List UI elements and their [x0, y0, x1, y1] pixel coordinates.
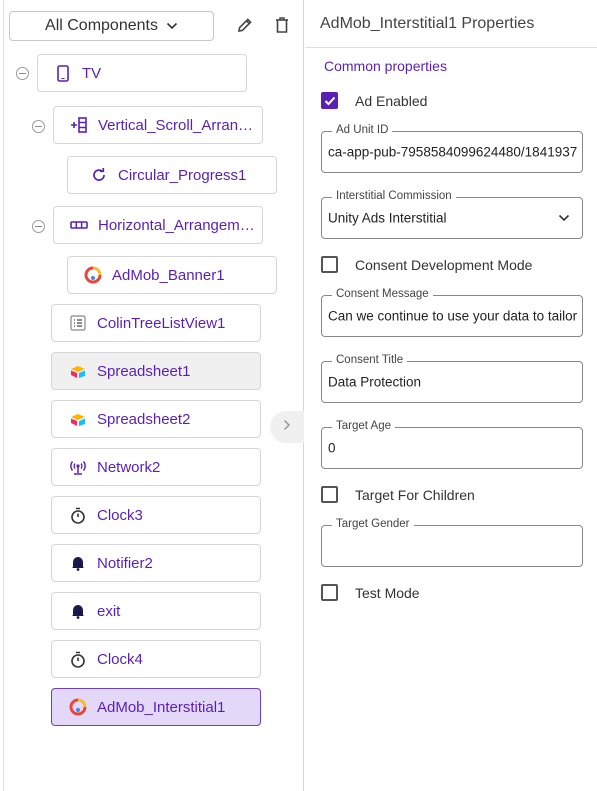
tree-node-spreadsheet2[interactable]: Spreadsheet2 — [51, 400, 261, 438]
target-age-input[interactable]: 0 — [328, 441, 578, 456]
tree-node-exit[interactable]: exit — [51, 592, 261, 630]
chevron-down-icon — [558, 214, 570, 222]
ad-enabled-row[interactable]: Ad Enabled — [321, 92, 427, 109]
target-gender-label: Target Gender — [332, 518, 414, 530]
test-mode-row[interactable]: Test Mode — [321, 584, 420, 601]
bell-icon — [69, 602, 87, 620]
ad-unit-id-field[interactable]: Ad Unit ID ca-app-pub-7958584099624480/1… — [321, 124, 583, 173]
target-for-children-row[interactable]: Target For Children — [321, 486, 475, 503]
consent-title-field[interactable]: Consent Title Data Protection — [321, 354, 583, 403]
collapse-toggle-vertical-scroll[interactable] — [32, 120, 45, 133]
tree-node-admob-banner[interactable]: AdMob_Banner1 — [67, 256, 277, 294]
spreadsheet-icon — [69, 410, 87, 428]
chevron-right-icon — [283, 418, 291, 436]
vertical-scroll-arrangement-icon — [70, 116, 88, 134]
trash-icon[interactable] — [271, 14, 293, 36]
spreadsheet-icon — [69, 362, 87, 380]
tree-node-label: AdMob_Banner1 — [112, 266, 225, 284]
tree-node-circular-progress[interactable]: Circular_Progress1 — [67, 156, 277, 194]
consent-dev-mode-label: Consent Development Mode — [355, 256, 533, 273]
tree-node-label: Clock4 — [97, 650, 143, 668]
interstitial-commission-value: Unity Ads Interstitial — [328, 210, 447, 226]
section-title[interactable]: Common properties — [324, 58, 447, 74]
tree-node-spreadsheet1[interactable]: Spreadsheet1 — [51, 352, 261, 390]
bell-icon — [69, 554, 87, 572]
tree-node-colin-tree-list-view[interactable]: ColinTreeListView1 — [51, 304, 261, 342]
properties-divider — [305, 47, 597, 48]
tree-node-label: Clock3 — [97, 506, 143, 524]
target-age-label: Target Age — [332, 420, 395, 432]
pencil-icon[interactable] — [234, 14, 256, 36]
target-for-children-checkbox[interactable] — [321, 486, 338, 503]
component-filter-label: All Components — [45, 17, 158, 34]
tree-node-clock4[interactable]: Clock4 — [51, 640, 261, 678]
component-tree-panel: All Components TV Vertical_Scroll_Arran…… — [0, 0, 304, 791]
tree-node-label: Notifier2 — [97, 554, 153, 572]
consent-dev-mode-checkbox[interactable] — [321, 256, 338, 273]
consent-dev-mode-row[interactable]: Consent Development Mode — [321, 256, 532, 273]
consent-message-field[interactable]: Consent Message Can we continue to use y… — [321, 288, 583, 337]
network-icon — [69, 458, 87, 476]
tree-node-label: Network2 — [97, 458, 161, 476]
tree-node-label: Circular_Progress1 — [118, 166, 247, 184]
tree-node-label: Spreadsheet1 — [97, 362, 191, 380]
tree-node-label: AdMob_Interstitial1 — [97, 698, 226, 716]
tree-node-label: TV — [82, 64, 102, 82]
consent-message-label: Consent Message — [332, 288, 433, 300]
consent-title-label: Consent Title — [332, 354, 408, 366]
target-gender-field[interactable]: Target Gender — [321, 518, 583, 567]
target-age-field[interactable]: Target Age 0 — [321, 420, 583, 469]
collapse-toggle-horizontal[interactable] — [32, 220, 45, 233]
interstitial-commission-label: Interstitial Commission — [332, 190, 456, 202]
tree-node-label: Spreadsheet2 — [97, 410, 191, 428]
ad-unit-id-label: Ad Unit ID — [332, 124, 393, 136]
tree-node-admob-interstitial[interactable]: AdMob_Interstitial1 — [51, 688, 261, 726]
ad-unit-id-input[interactable]: ca-app-pub-7958584099624480/1841937 — [328, 145, 578, 160]
tree-node-horizontal-arrangement[interactable]: Horizontal_Arrangem… — [53, 206, 263, 244]
tree-node-label: Vertical_Scroll_Arran… — [98, 116, 254, 134]
consent-message-input[interactable]: Can we continue to use your data to tail… — [328, 309, 578, 324]
collapse-panel-button[interactable] — [270, 411, 304, 443]
tree-node-label: ColinTreeListView1 — [97, 314, 226, 332]
ad-enabled-checkbox[interactable] — [321, 92, 338, 109]
list-view-icon — [69, 314, 87, 332]
properties-title: AdMob_Interstitial1 Properties — [320, 15, 535, 32]
horizontal-arrangement-icon — [70, 216, 88, 234]
check-icon — [324, 96, 335, 105]
refresh-icon — [90, 166, 108, 184]
stopwatch-icon — [69, 650, 87, 668]
tree-node-network2[interactable]: Network2 — [51, 448, 261, 486]
phone-icon — [54, 64, 72, 82]
panel-edge — [3, 0, 4, 791]
consent-title-input[interactable]: Data Protection — [328, 375, 578, 390]
tree-node-label: Horizontal_Arrangem… — [98, 216, 255, 234]
tree-node-notifier2[interactable]: Notifier2 — [51, 544, 261, 582]
collapse-toggle-tv[interactable] — [16, 67, 29, 80]
target-for-children-label: Target For Children — [355, 486, 475, 503]
tree-node-clock3[interactable]: Clock3 — [51, 496, 261, 534]
interstitial-commission-select[interactable]: Interstitial Commission Unity Ads Inters… — [321, 190, 583, 239]
chevron-down-icon — [166, 22, 178, 30]
component-filter-dropdown[interactable]: All Components — [9, 11, 214, 41]
admob-icon — [69, 698, 87, 716]
stopwatch-icon — [69, 506, 87, 524]
tree-node-tv[interactable]: TV — [37, 54, 247, 92]
admob-icon — [84, 266, 102, 284]
tree-node-label: exit — [97, 602, 121, 620]
test-mode-label: Test Mode — [355, 584, 420, 601]
tree-node-vertical-scroll-arrangement[interactable]: Vertical_Scroll_Arran… — [53, 106, 263, 144]
test-mode-checkbox[interactable] — [321, 584, 338, 601]
ad-enabled-label: Ad Enabled — [355, 92, 428, 109]
